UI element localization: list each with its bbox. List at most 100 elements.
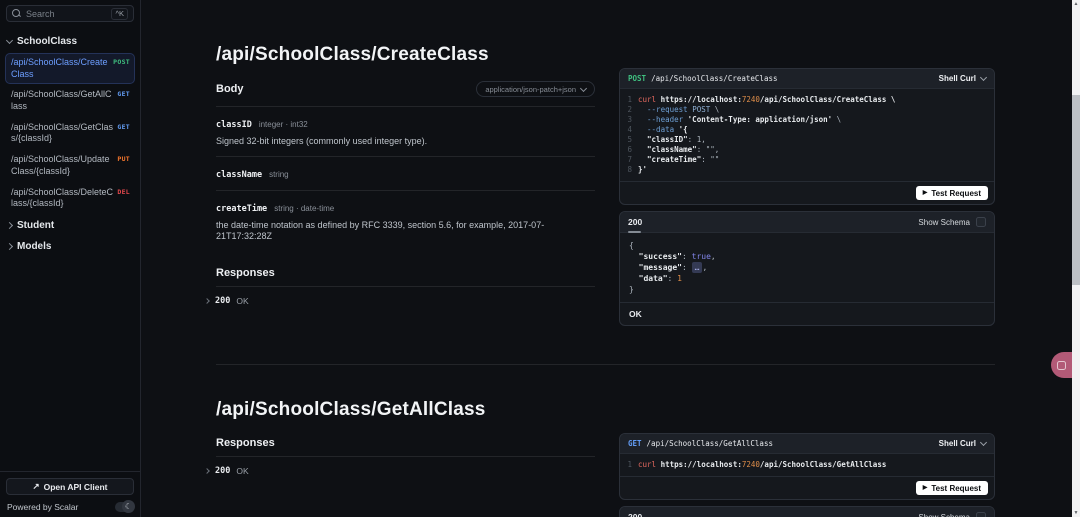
sidebar: ^K SchoolClass /api/SchoolClass/CreateCl… (0, 0, 141, 517)
show-schema-label: Show Schema (918, 513, 970, 517)
test-request-label: Test Request (931, 189, 981, 198)
request-path: /api/SchoolClass/GetAllClass (647, 439, 773, 448)
sidebar-item-getallclass[interactable]: /api/SchoolClass/GetAllClass GET (5, 85, 135, 116)
response-label: OK (236, 296, 248, 306)
open-api-client-button[interactable]: ↗ Open API Client (6, 478, 134, 495)
sidebar-item-label: /api/SchoolClass/GetAllClass (11, 89, 113, 112)
client-selector[interactable]: Shell Curl (939, 439, 986, 448)
play-icon: ▶ (923, 190, 928, 196)
status-tab-200[interactable]: 200 (628, 217, 642, 227)
test-request-button[interactable]: ▶ Test Request (916, 186, 988, 200)
group-label: Student (17, 220, 54, 231)
sidebar-item-getclass[interactable]: /api/SchoolClass/GetClass/{classId} GET (5, 118, 135, 149)
endpoint-section-createclass: /api/SchoolClass/CreateClass Body applic… (141, 0, 1072, 326)
sidebar-item-label: /api/SchoolClass/DeleteClass/{classId} (11, 187, 113, 210)
chevron-right-icon (6, 222, 13, 229)
show-schema-control[interactable]: Show Schema (918, 217, 986, 227)
responses-heading: Responses (216, 437, 595, 449)
sidebar-group-models[interactable]: Models (0, 236, 140, 257)
endpoint-title: /api/SchoolClass/CreateClass (216, 44, 595, 66)
code-sample: 1curl https://localhost:7240/api/SchoolC… (620, 454, 994, 476)
test-request-button[interactable]: ▶ Test Request (916, 481, 988, 495)
chevron-down-icon (980, 439, 987, 446)
scrollbar[interactable]: ▲ ▼ (1072, 0, 1080, 517)
method-badge-post: POST (113, 58, 130, 66)
field-type: string (269, 170, 289, 179)
show-schema-checkbox[interactable] (976, 217, 986, 227)
chevron-right-icon (204, 298, 210, 304)
field-createtime: createTime string · date-time the date-ti… (216, 190, 595, 251)
chevron-down-icon (980, 74, 987, 81)
content-type-selector[interactable]: application/json-patch+json (476, 81, 595, 97)
search-icon (12, 9, 21, 18)
chevron-right-icon (6, 243, 13, 250)
request-example-card: POST /api/SchoolClass/CreateClass Shell … (619, 68, 995, 205)
sidebar-item-label: /api/SchoolClass/UpdateClass/{classId} (11, 154, 113, 177)
field-name: className (216, 170, 262, 180)
client-selector[interactable]: Shell Curl (939, 74, 986, 83)
group-label: SchoolClass (17, 36, 77, 47)
field-type: integer · int32 (259, 120, 308, 129)
response-code: 200 (215, 296, 230, 306)
endpoint-title: /api/SchoolClass/GetAllClass (216, 399, 595, 421)
sidebar-group-schoolclass[interactable]: SchoolClass (0, 31, 140, 52)
field-classid: classID integer · int32 Signed 32-bit int… (216, 106, 595, 156)
main-content: /api/SchoolClass/CreateClass Body applic… (141, 0, 1072, 517)
response-example-card: 200 Show Schema { (619, 506, 995, 517)
field-description: the date-time notation as defined by RFC… (216, 220, 595, 243)
show-schema-checkbox[interactable] (976, 512, 986, 517)
sidebar-item-deleteclass[interactable]: /api/SchoolClass/DeleteClass/{classId} D… (5, 183, 135, 214)
response-json: { "success": true, "message": …, "data":… (620, 233, 994, 302)
method-badge-put: PUT (117, 155, 130, 163)
client-label: Shell Curl (939, 74, 976, 83)
response-footer-label: OK (626, 307, 645, 321)
request-method: POST (628, 74, 646, 83)
method-badge-get: GET (117, 123, 130, 131)
request-path: /api/SchoolClass/CreateClass (651, 74, 777, 83)
response-row-200[interactable]: 200 OK (205, 287, 595, 315)
scrollbar-thumb[interactable] (1072, 95, 1080, 285)
method-badge-del: DEL (117, 188, 130, 196)
response-example-card: 200 Show Schema { "success": true, "mess… (619, 211, 995, 326)
open-api-client-label: Open API Client (44, 482, 108, 492)
play-icon: ▶ (923, 485, 928, 491)
external-link-icon: ↗ (32, 481, 39, 492)
status-tab-200[interactable]: 200 (628, 512, 642, 517)
widget-icon (1057, 361, 1066, 370)
sidebar-item-label: /api/SchoolClass/GetClass/{classId} (11, 122, 113, 145)
chevron-down-icon (580, 84, 587, 91)
field-type: string · date-time (274, 204, 334, 213)
powered-by-label: Powered by Scalar (7, 502, 78, 512)
sidebar-item-label: /api/SchoolClass/CreateClass (11, 57, 109, 80)
floating-widget-button[interactable] (1051, 352, 1072, 378)
sidebar-item-updateclass[interactable]: /api/SchoolClass/UpdateClass/{classId} P… (5, 150, 135, 181)
sidebar-footer: ↗ Open API Client Powered by Scalar ☾ (0, 471, 140, 517)
endpoint-section-getallclass: /api/SchoolClass/GetAllClass Responses 2… (141, 365, 1072, 517)
field-name: createTime (216, 204, 267, 214)
show-schema-label: Show Schema (918, 218, 970, 227)
response-row-200[interactable]: 200 OK (205, 457, 595, 485)
field-name: classID (216, 120, 252, 130)
dark-mode-toggle[interactable]: ☾ (115, 502, 133, 512)
search-input[interactable] (26, 9, 106, 19)
test-request-label: Test Request (931, 484, 981, 493)
group-label: Models (17, 241, 51, 252)
request-example-card: GET /api/SchoolClass/GetAllClass Shell C… (619, 433, 995, 500)
sidebar-nav: SchoolClass /api/SchoolClass/CreateClass… (0, 27, 140, 471)
response-code: 200 (215, 466, 230, 476)
search-box[interactable]: ^K (6, 5, 134, 22)
content-type-label: application/json-patch+json (485, 85, 576, 94)
field-description: Signed 32-bit integers (commonly used in… (216, 136, 595, 148)
request-method: GET (628, 439, 642, 448)
moon-icon: ☾ (125, 503, 132, 511)
scroll-down-arrow[interactable]: ▼ (1072, 509, 1080, 517)
show-schema-control[interactable]: Show Schema (918, 512, 986, 517)
response-label: OK (236, 466, 248, 476)
client-label: Shell Curl (939, 439, 976, 448)
sidebar-group-student[interactable]: Student (0, 215, 140, 236)
chevron-down-icon (6, 37, 13, 44)
sidebar-item-createclass[interactable]: /api/SchoolClass/CreateClass POST (5, 53, 135, 84)
method-badge-get: GET (117, 90, 130, 98)
scroll-up-arrow[interactable]: ▲ (1072, 0, 1080, 8)
field-classname: className string (216, 156, 595, 190)
